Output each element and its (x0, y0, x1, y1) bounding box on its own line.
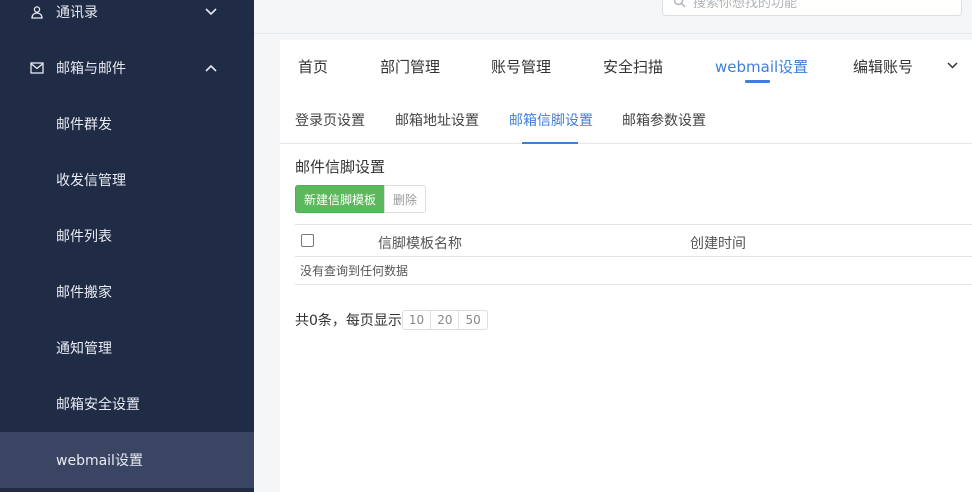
page-size-10-button[interactable]: 10 (401, 310, 432, 330)
active-subtab-indicator (522, 142, 578, 144)
sidebar-item-mass-mail[interactable]: 邮件群发 (0, 96, 254, 152)
sidebar: 通讯录 邮箱与邮件 邮件群发 收发信管理 邮件列表 邮件搬家 通知管理 邮箱安全… (0, 0, 254, 492)
sidebar-item-mailbox[interactable]: 邮箱与邮件 (0, 44, 254, 92)
sidebar-item-label: 邮件群发 (56, 117, 112, 133)
tab-home[interactable]: 首页 (298, 56, 328, 77)
sidebar-item-notifications[interactable]: 通知管理 (0, 320, 254, 376)
envelope-icon (29, 60, 45, 76)
sidebar-item-label: 通讯录 (56, 5, 98, 21)
page-size-50-button[interactable]: 50 (458, 310, 488, 330)
tab-webmail-settings[interactable]: webmail设置 (715, 56, 808, 77)
select-all-checkbox[interactable] (301, 234, 314, 247)
chevron-down-icon (203, 4, 219, 20)
sidebar-item-contacts[interactable]: 通讯录 (0, 0, 254, 36)
tab-account-management[interactable]: 账号管理 (491, 56, 551, 77)
column-header-template-name: 信脚模板名称 (378, 236, 462, 252)
sidebar-item-label: 收发信管理 (56, 173, 126, 189)
tab-security-scan[interactable]: 安全扫描 (603, 56, 663, 77)
subtab-address-settings[interactable]: 邮箱地址设置 (395, 110, 479, 130)
sidebar-item-label: 通知管理 (56, 341, 112, 357)
active-tab-indicator (745, 80, 770, 83)
sidebar-item-label: 邮件搬家 (56, 285, 112, 301)
search-icon (673, 0, 687, 8)
delete-button[interactable]: 删除 (384, 185, 426, 213)
sidebar-item-mail-management[interactable]: 收发信管理 (0, 152, 254, 208)
search-placeholder: 搜索你想找的功能 (693, 0, 798, 11)
section-title: 邮件信脚设置 (295, 158, 386, 176)
column-header-created-time: 创建时间 (690, 236, 746, 252)
tab-department-management[interactable]: 部门管理 (380, 56, 440, 77)
chevron-down-icon[interactable] (944, 56, 960, 74)
pagination: 共0条，每页显示 10 20 50 (295, 310, 488, 330)
top-tab-bar: 首页 部门管理 账号管理 安全扫描 webmail设置 编辑账号 (280, 40, 972, 94)
chevron-up-icon (203, 60, 219, 76)
sidebar-item-label: 邮箱安全设置 (56, 397, 140, 413)
empty-state-row: 没有查询到任何数据 (295, 257, 972, 285)
sidebar-item-mailbox-security[interactable]: 邮箱安全设置 (0, 376, 254, 432)
page-size-group: 10 20 50 (401, 310, 488, 330)
subtab-parameter-settings[interactable]: 邮箱参数设置 (622, 110, 706, 130)
sidebar-item-label: 邮件列表 (56, 229, 112, 245)
page-size-20-button[interactable]: 20 (430, 310, 460, 330)
subtab-login-page[interactable]: 登录页设置 (295, 110, 365, 130)
content-panel: 登录页设置 邮箱地址设置 邮箱信脚设置 邮箱参数设置 邮件信脚设置 新建信脚模板… (280, 94, 972, 492)
tab-edit-account[interactable]: 编辑账号 (853, 56, 913, 77)
sub-tab-bar: 登录页设置 邮箱地址设置 邮箱信脚设置 邮箱参数设置 (280, 94, 972, 144)
header-divider (254, 33, 972, 34)
sidebar-item-mail-list[interactable]: 邮件列表 (0, 208, 254, 264)
new-footer-template-button[interactable]: 新建信脚模板 (295, 185, 385, 213)
user-icon (29, 4, 45, 20)
subtab-footer-settings[interactable]: 邮箱信脚设置 (509, 110, 593, 130)
sidebar-item-label: 邮箱与邮件 (56, 61, 126, 77)
sidebar-item-mail-migration[interactable]: 邮件搬家 (0, 264, 254, 320)
pagination-summary: 共0条，每页显示 (295, 313, 402, 329)
table-header: 信脚模板名称 创建时间 (295, 224, 972, 257)
sidebar-item-label: webmail设置 (56, 453, 143, 469)
sidebar-item-webmail-settings[interactable]: webmail设置 (0, 432, 254, 488)
search-input[interactable]: 搜索你想找的功能 (662, 0, 962, 16)
